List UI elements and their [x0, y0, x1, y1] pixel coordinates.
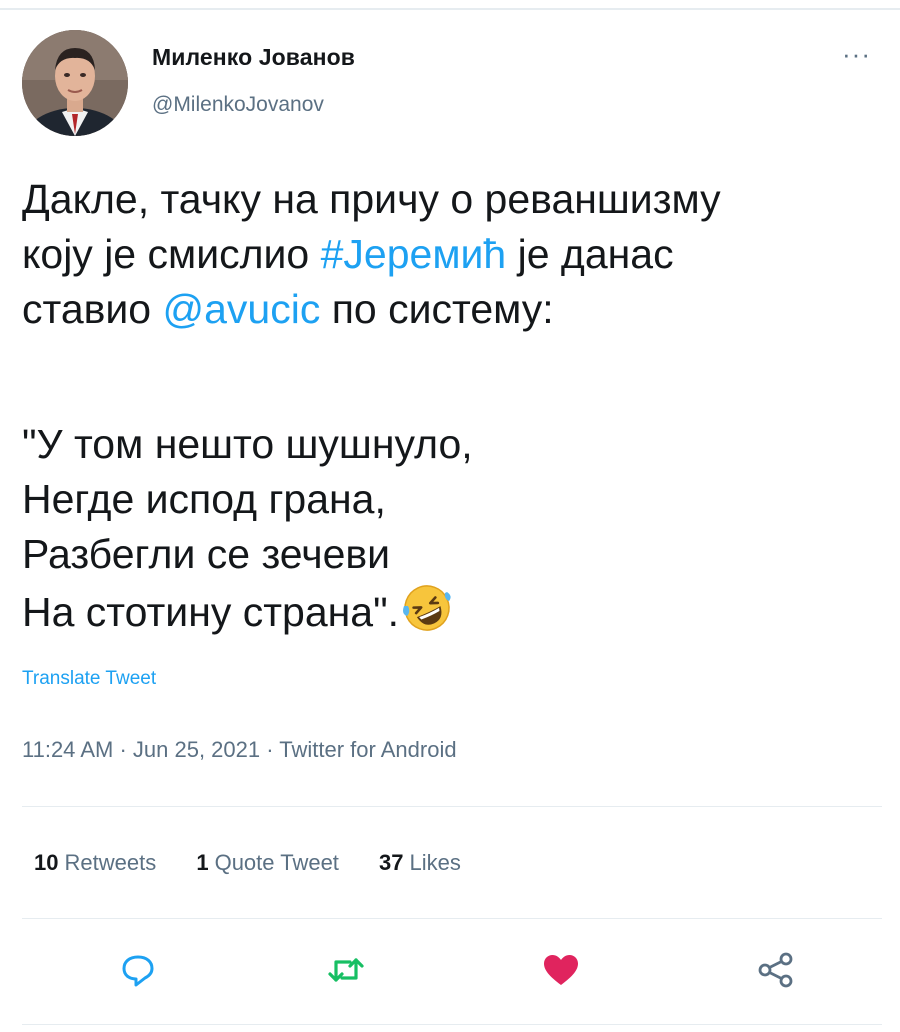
tweet-line: "У том нешто шушнуло, [22, 417, 882, 472]
likes-label: Likes [409, 850, 461, 875]
tweet-line: коју је смислио #Јеремић је данас [22, 227, 882, 282]
tweet-card: Миленко Јованов @MilenkoJovanov ··· Дакл… [0, 0, 900, 1032]
tweet-line: Разбегли се зечеви [22, 527, 882, 582]
retweets-stat[interactable]: 10 Retweets [34, 850, 156, 876]
tweet-meta: 11:24 AM · Jun 25, 2021 · Twitter for An… [22, 737, 457, 763]
retweets-label: Retweets [64, 850, 157, 875]
meta-separator: · [260, 737, 280, 762]
likes-count: 37 [379, 850, 404, 875]
tweet-text-span: Негде испод грана, [22, 476, 386, 522]
tweet-source[interactable]: Twitter for Android [279, 737, 456, 762]
retweet-button[interactable] [326, 950, 366, 990]
divider [22, 806, 882, 807]
tweet-stats: 10 Retweets 1 Quote Tweet 37 Likes [34, 850, 495, 876]
author-name[interactable]: Миленко Јованов [152, 44, 355, 71]
more-horizontal-icon[interactable]: ··· [842, 41, 871, 67]
reply-button[interactable] [118, 950, 158, 990]
hashtag-link[interactable]: #Јеремић [321, 231, 507, 277]
likes-stat[interactable]: 37 Likes [379, 850, 461, 876]
tweet-line: Негде испод грана, [22, 472, 882, 527]
like-icon [544, 955, 578, 985]
divider [22, 1024, 882, 1025]
reply-icon [122, 955, 154, 987]
tweet-line: Дакле, тачку на причу о реваншизму [22, 172, 882, 227]
tweet-line: На стотину страна". [22, 582, 882, 640]
retweet-icon [328, 958, 364, 982]
retweets-count: 10 [34, 850, 59, 875]
author-handle[interactable]: @MilenkoJovanov [152, 93, 324, 117]
quote-tweets-stat[interactable]: 1 Quote Tweet [196, 850, 339, 876]
avatar-photo [22, 30, 128, 136]
quote-tweets-label: Quote Tweet [214, 850, 339, 875]
rolling-on-floor-laughing-emoji [403, 585, 451, 631]
divider [22, 918, 882, 919]
translate-tweet-link[interactable]: Translate Tweet [22, 668, 156, 690]
tweet-text-span: Дакле, тачку на причу о реваншизму [22, 176, 721, 222]
tweet-text: Дакле, тачку на причу о реваншизму коју ј… [22, 172, 882, 640]
quote-tweets-count: 1 [196, 850, 209, 875]
tweet-text-span: ставио [22, 286, 163, 332]
tweet-text-span: по систему: [320, 286, 554, 332]
mention-link[interactable]: @avucic [163, 286, 321, 332]
avatar[interactable] [22, 30, 128, 136]
tweet-text-span: Разбегли се зечеви [22, 531, 391, 577]
tweet-text-span: је данас [506, 231, 674, 277]
tweet-line: ставио @avucic по систему: [22, 282, 882, 337]
tweet-text-span: "У том нешто шушнуло, [22, 421, 473, 467]
tweet-text-span: На стотину страна". [22, 589, 400, 635]
tweet-text-span: коју је смислио [22, 231, 321, 277]
like-button[interactable] [541, 950, 581, 990]
share-icon [758, 952, 793, 988]
share-button[interactable] [756, 950, 796, 990]
meta-separator: · [113, 737, 133, 762]
tweet-time[interactable]: 11:24 AM [22, 737, 113, 762]
tweet-date[interactable]: Jun 25, 2021 [133, 737, 260, 762]
